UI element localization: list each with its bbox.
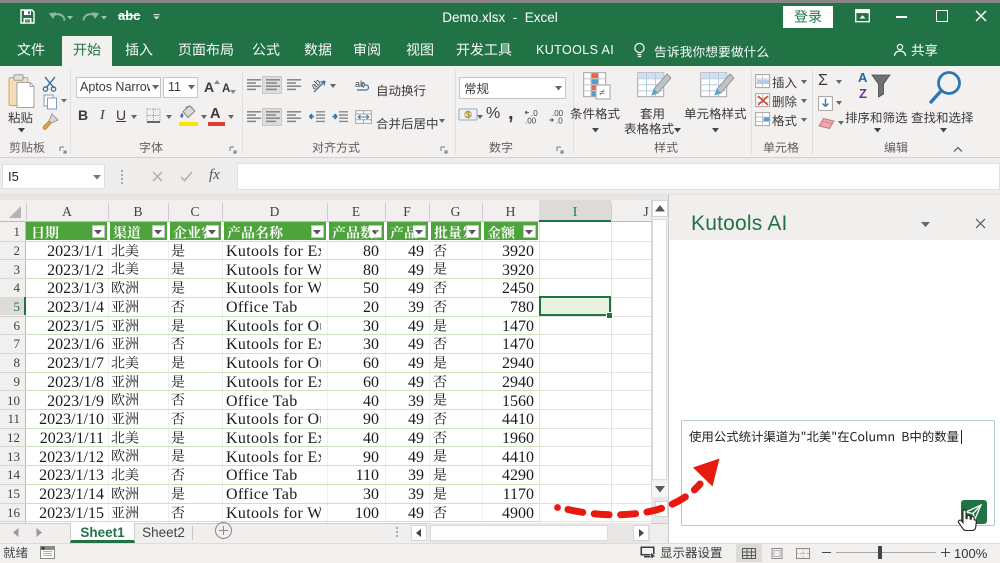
svg-text:$: $	[466, 111, 471, 120]
svg-text:.00: .00	[525, 117, 537, 125]
svg-text:≠: ≠	[599, 87, 605, 99]
svg-text:.0: .0	[556, 117, 563, 125]
svg-text:ab: ab	[312, 78, 323, 91]
